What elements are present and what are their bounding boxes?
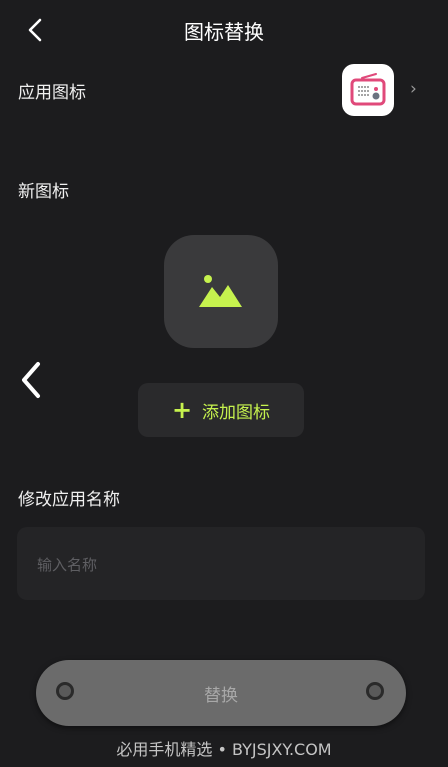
rename-label: 修改应用名称 (18, 490, 120, 510)
replace-label: 替换 (204, 685, 238, 706)
header: 图标替换 (0, 0, 448, 60)
name-input-container (17, 527, 425, 602)
new-icon-label: 新图标 (18, 182, 69, 202)
plus-icon: + (171, 396, 193, 424)
chevron-right-icon: › (410, 79, 417, 99)
chevron-left-icon (22, 362, 40, 398)
app-icon-label: 应用图标 (18, 83, 86, 103)
side-back-button[interactable] (16, 358, 46, 402)
new-icon-placeholder[interactable] (164, 235, 278, 348)
page-title: 图标替换 (184, 20, 264, 44)
add-icon-label: 添加图标 (202, 402, 271, 423)
add-icon-button[interactable]: + 添加图标 (138, 383, 304, 437)
replace-button[interactable]: 替换 (36, 660, 406, 726)
button-knob-left (56, 682, 74, 700)
radio-app-icon (342, 64, 394, 116)
watermark: 必用手机精选 • BYJSJXY.COM (116, 740, 332, 759)
image-icon (199, 274, 242, 307)
app-icon-row[interactable]: 应用图标 › (0, 62, 448, 118)
name-input[interactable] (35, 527, 409, 602)
button-knob-right (366, 682, 384, 700)
